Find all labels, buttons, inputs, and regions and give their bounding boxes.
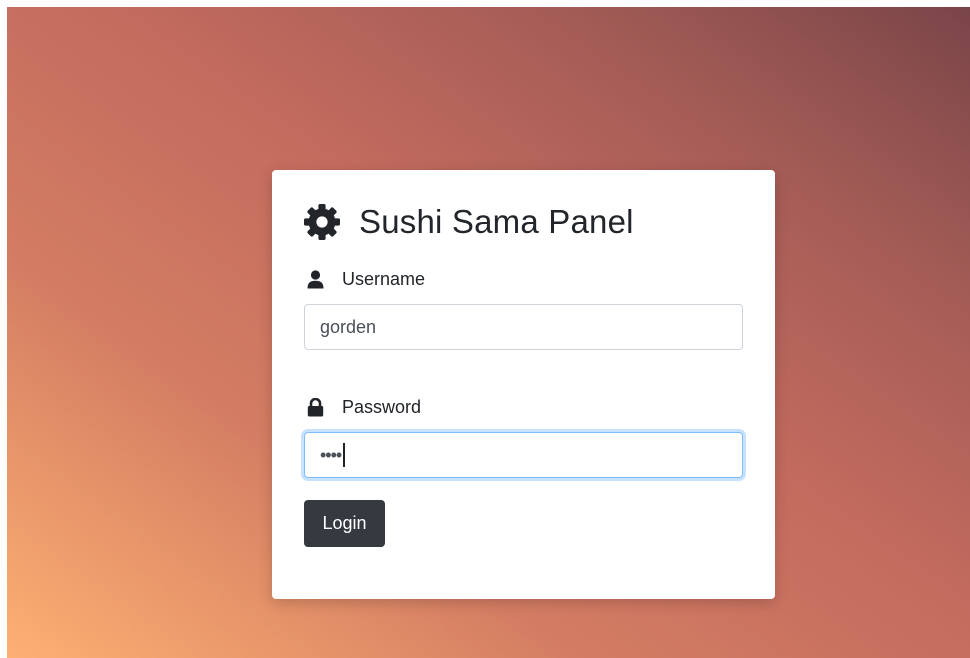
page-title: Sushi Sama Panel <box>359 203 634 240</box>
login-card: Sushi Sama Panel Username gorden Passwor… <box>272 170 775 599</box>
password-value: •••• <box>320 444 342 465</box>
gear-icon <box>303 203 341 241</box>
login-button[interactable]: Login <box>304 500 385 547</box>
user-icon <box>307 270 324 289</box>
lock-icon <box>307 397 324 417</box>
password-input[interactable]: •••• <box>304 432 743 478</box>
username-value: gorden <box>320 316 377 337</box>
page-background: Sushi Sama Panel Username gorden Passwor… <box>7 7 970 658</box>
username-label: Username <box>307 269 425 290</box>
username-label-text: Username <box>342 269 426 289</box>
password-label: Password <box>307 397 421 418</box>
login-button-label: Login <box>322 513 367 533</box>
password-label-text: Password <box>342 397 422 417</box>
text-caret <box>343 443 345 467</box>
panel-header: Sushi Sama Panel <box>303 202 634 242</box>
username-input[interactable]: gorden <box>304 304 743 350</box>
